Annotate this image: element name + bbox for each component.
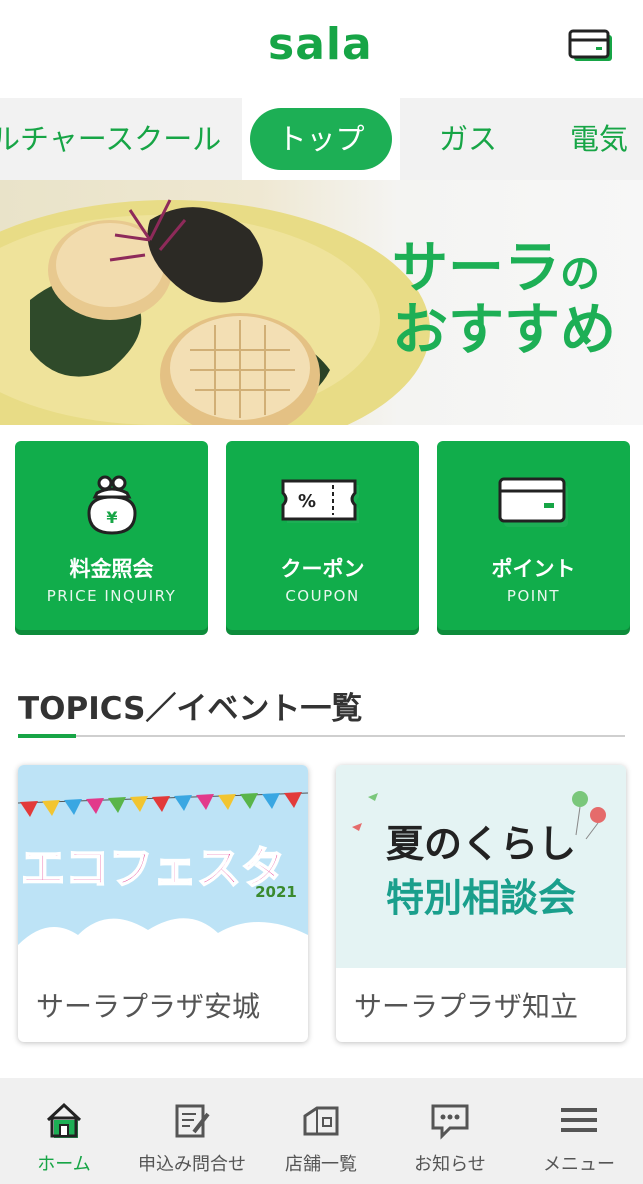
nav-application-inquiry-label: 申込み問合せ bbox=[138, 1154, 246, 1175]
summer-consultation-banner: 夏のくらし 特別相談会 bbox=[336, 765, 626, 968]
purse-yen-icon: ¥ bbox=[15, 473, 208, 543]
topic-card-eco-festa[interactable]: エコフェスタ 2021 サーラプラザ安城 bbox=[18, 765, 308, 1042]
coupon-ticket-icon: % bbox=[226, 473, 419, 543]
topic-caption-chiryu: サーラプラザ知立 bbox=[354, 990, 579, 1023]
store-icon bbox=[301, 1100, 341, 1140]
price-inquiry-button[interactable]: ¥ 料金照会 PRICE INQUIRY bbox=[15, 441, 208, 630]
eco-festa-banner: エコフェスタ 2021 bbox=[18, 765, 308, 968]
topic-card-summer-consultation[interactable]: 夏のくらし 特別相談会 サーラプラザ知立 bbox=[336, 765, 626, 1042]
tab-culture-school[interactable]: カルチャースクール bbox=[0, 108, 221, 170]
nav-application-inquiry[interactable]: 申込み問合せ bbox=[128, 1078, 256, 1184]
coupon-sublabel: COUPON bbox=[285, 587, 360, 605]
hero-title-line2: おすすめ bbox=[392, 298, 616, 363]
tab-electricity[interactable]: 電気 bbox=[570, 108, 628, 170]
bottom-navigation: ホーム 申込み問合せ 店舗一覧 お知らせ メニュー bbox=[0, 1078, 643, 1184]
coupon-label: クーポン bbox=[280, 557, 365, 581]
price-inquiry-label: 料金照会 bbox=[69, 557, 154, 581]
tab-top[interactable]: トップ bbox=[250, 108, 392, 170]
nav-notifications[interactable]: お知らせ bbox=[386, 1078, 514, 1184]
point-card-icon bbox=[437, 473, 630, 543]
category-tabs: カルチャースクール トップ ガス 電気 bbox=[0, 98, 643, 180]
hamburger-menu-icon bbox=[559, 1100, 599, 1140]
nav-menu-label: メニュー bbox=[543, 1154, 615, 1175]
hero-banner[interactable]: サーラの おすすめ bbox=[0, 180, 643, 425]
tab-gas[interactable]: ガス bbox=[439, 108, 497, 170]
nav-home[interactable]: ホーム bbox=[0, 1078, 128, 1184]
app-header: sala bbox=[0, 0, 643, 98]
home-icon bbox=[44, 1100, 84, 1140]
topics-divider-accent bbox=[18, 734, 76, 738]
svg-text:¥: ¥ bbox=[106, 508, 117, 527]
summer-banner-line2: 特別相談会 bbox=[386, 876, 576, 920]
coupon-button[interactable]: % クーポン COUPON bbox=[226, 441, 419, 630]
point-button[interactable]: ポイント POINT bbox=[437, 441, 630, 630]
sala-logo[interactable]: sala bbox=[268, 20, 373, 70]
message-bubble-icon bbox=[430, 1100, 470, 1140]
form-edit-icon bbox=[172, 1100, 212, 1140]
nav-store-list[interactable]: 店舗一覧 bbox=[257, 1078, 385, 1184]
nav-store-list-label: 店舗一覧 bbox=[285, 1154, 357, 1175]
eco-festa-year: 2021 bbox=[255, 883, 297, 901]
topics-divider bbox=[18, 735, 625, 737]
topics-heading: TOPICS／イベント一覧 bbox=[18, 691, 363, 727]
card-icon[interactable] bbox=[568, 28, 616, 64]
summer-banner-line1: 夏のくらし bbox=[386, 822, 576, 866]
price-inquiry-sublabel: PRICE INQUIRY bbox=[46, 587, 177, 605]
point-label: ポイント bbox=[491, 557, 576, 581]
nav-menu[interactable]: メニュー bbox=[515, 1078, 643, 1184]
nav-home-label: ホーム bbox=[37, 1154, 91, 1175]
point-sublabel: POINT bbox=[506, 587, 561, 605]
topic-caption-anjo: サーラプラザ安城 bbox=[36, 990, 261, 1023]
nav-notifications-label: お知らせ bbox=[414, 1154, 486, 1175]
eco-festa-title: エコフェスタ bbox=[21, 843, 285, 894]
svg-text:%: % bbox=[297, 491, 315, 512]
hero-title-line1: サーラの bbox=[392, 236, 600, 301]
